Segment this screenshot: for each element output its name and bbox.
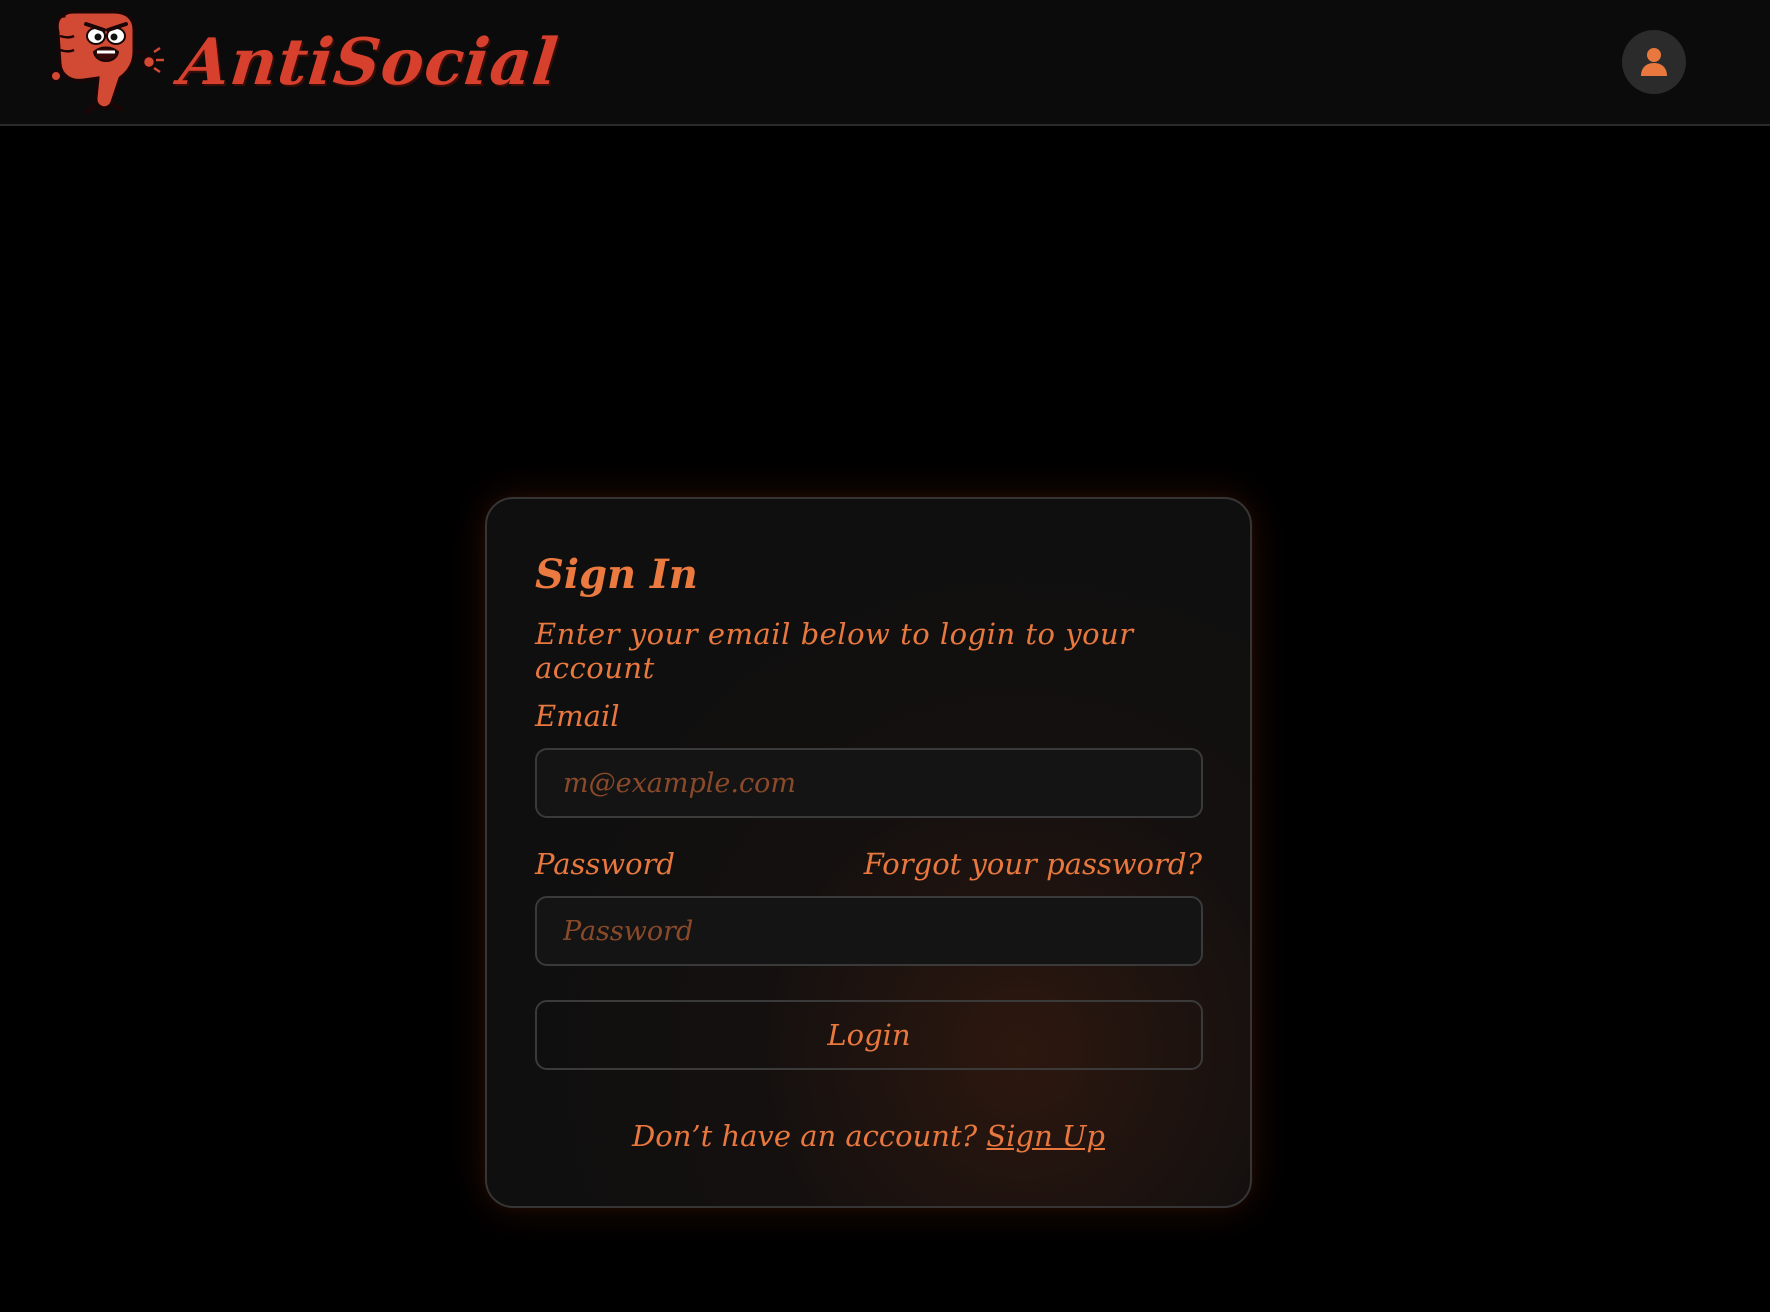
brand-logo[interactable]: AntiSocial <box>50 6 562 118</box>
signup-prompt: Don’t have an account? Sign Up <box>487 1119 1250 1153</box>
login-button[interactable]: Login <box>535 1000 1203 1070</box>
no-account-text: Don’t have an account? <box>631 1119 978 1153</box>
forgot-password-link[interactable]: Forgot your password? <box>864 847 1202 881</box>
password-field[interactable] <box>535 896 1203 966</box>
sign-in-subtitle: Enter your email below to login to your … <box>535 617 1134 685</box>
user-icon <box>1641 48 1667 76</box>
sign-in-card: Sign In Enter your email below to login … <box>485 497 1252 1208</box>
page-title: Sign In <box>535 551 698 598</box>
account-button[interactable] <box>1622 30 1686 94</box>
email-label: Email <box>535 699 620 733</box>
email-field[interactable] <box>535 748 1203 818</box>
sign-up-link[interactable]: Sign Up <box>986 1119 1105 1153</box>
password-label: Password <box>535 847 675 881</box>
brand-name: AntiSocial <box>176 24 562 100</box>
top-navbar: AntiSocial <box>0 0 1770 126</box>
angry-thumbs-down-mascot-icon <box>50 10 164 114</box>
